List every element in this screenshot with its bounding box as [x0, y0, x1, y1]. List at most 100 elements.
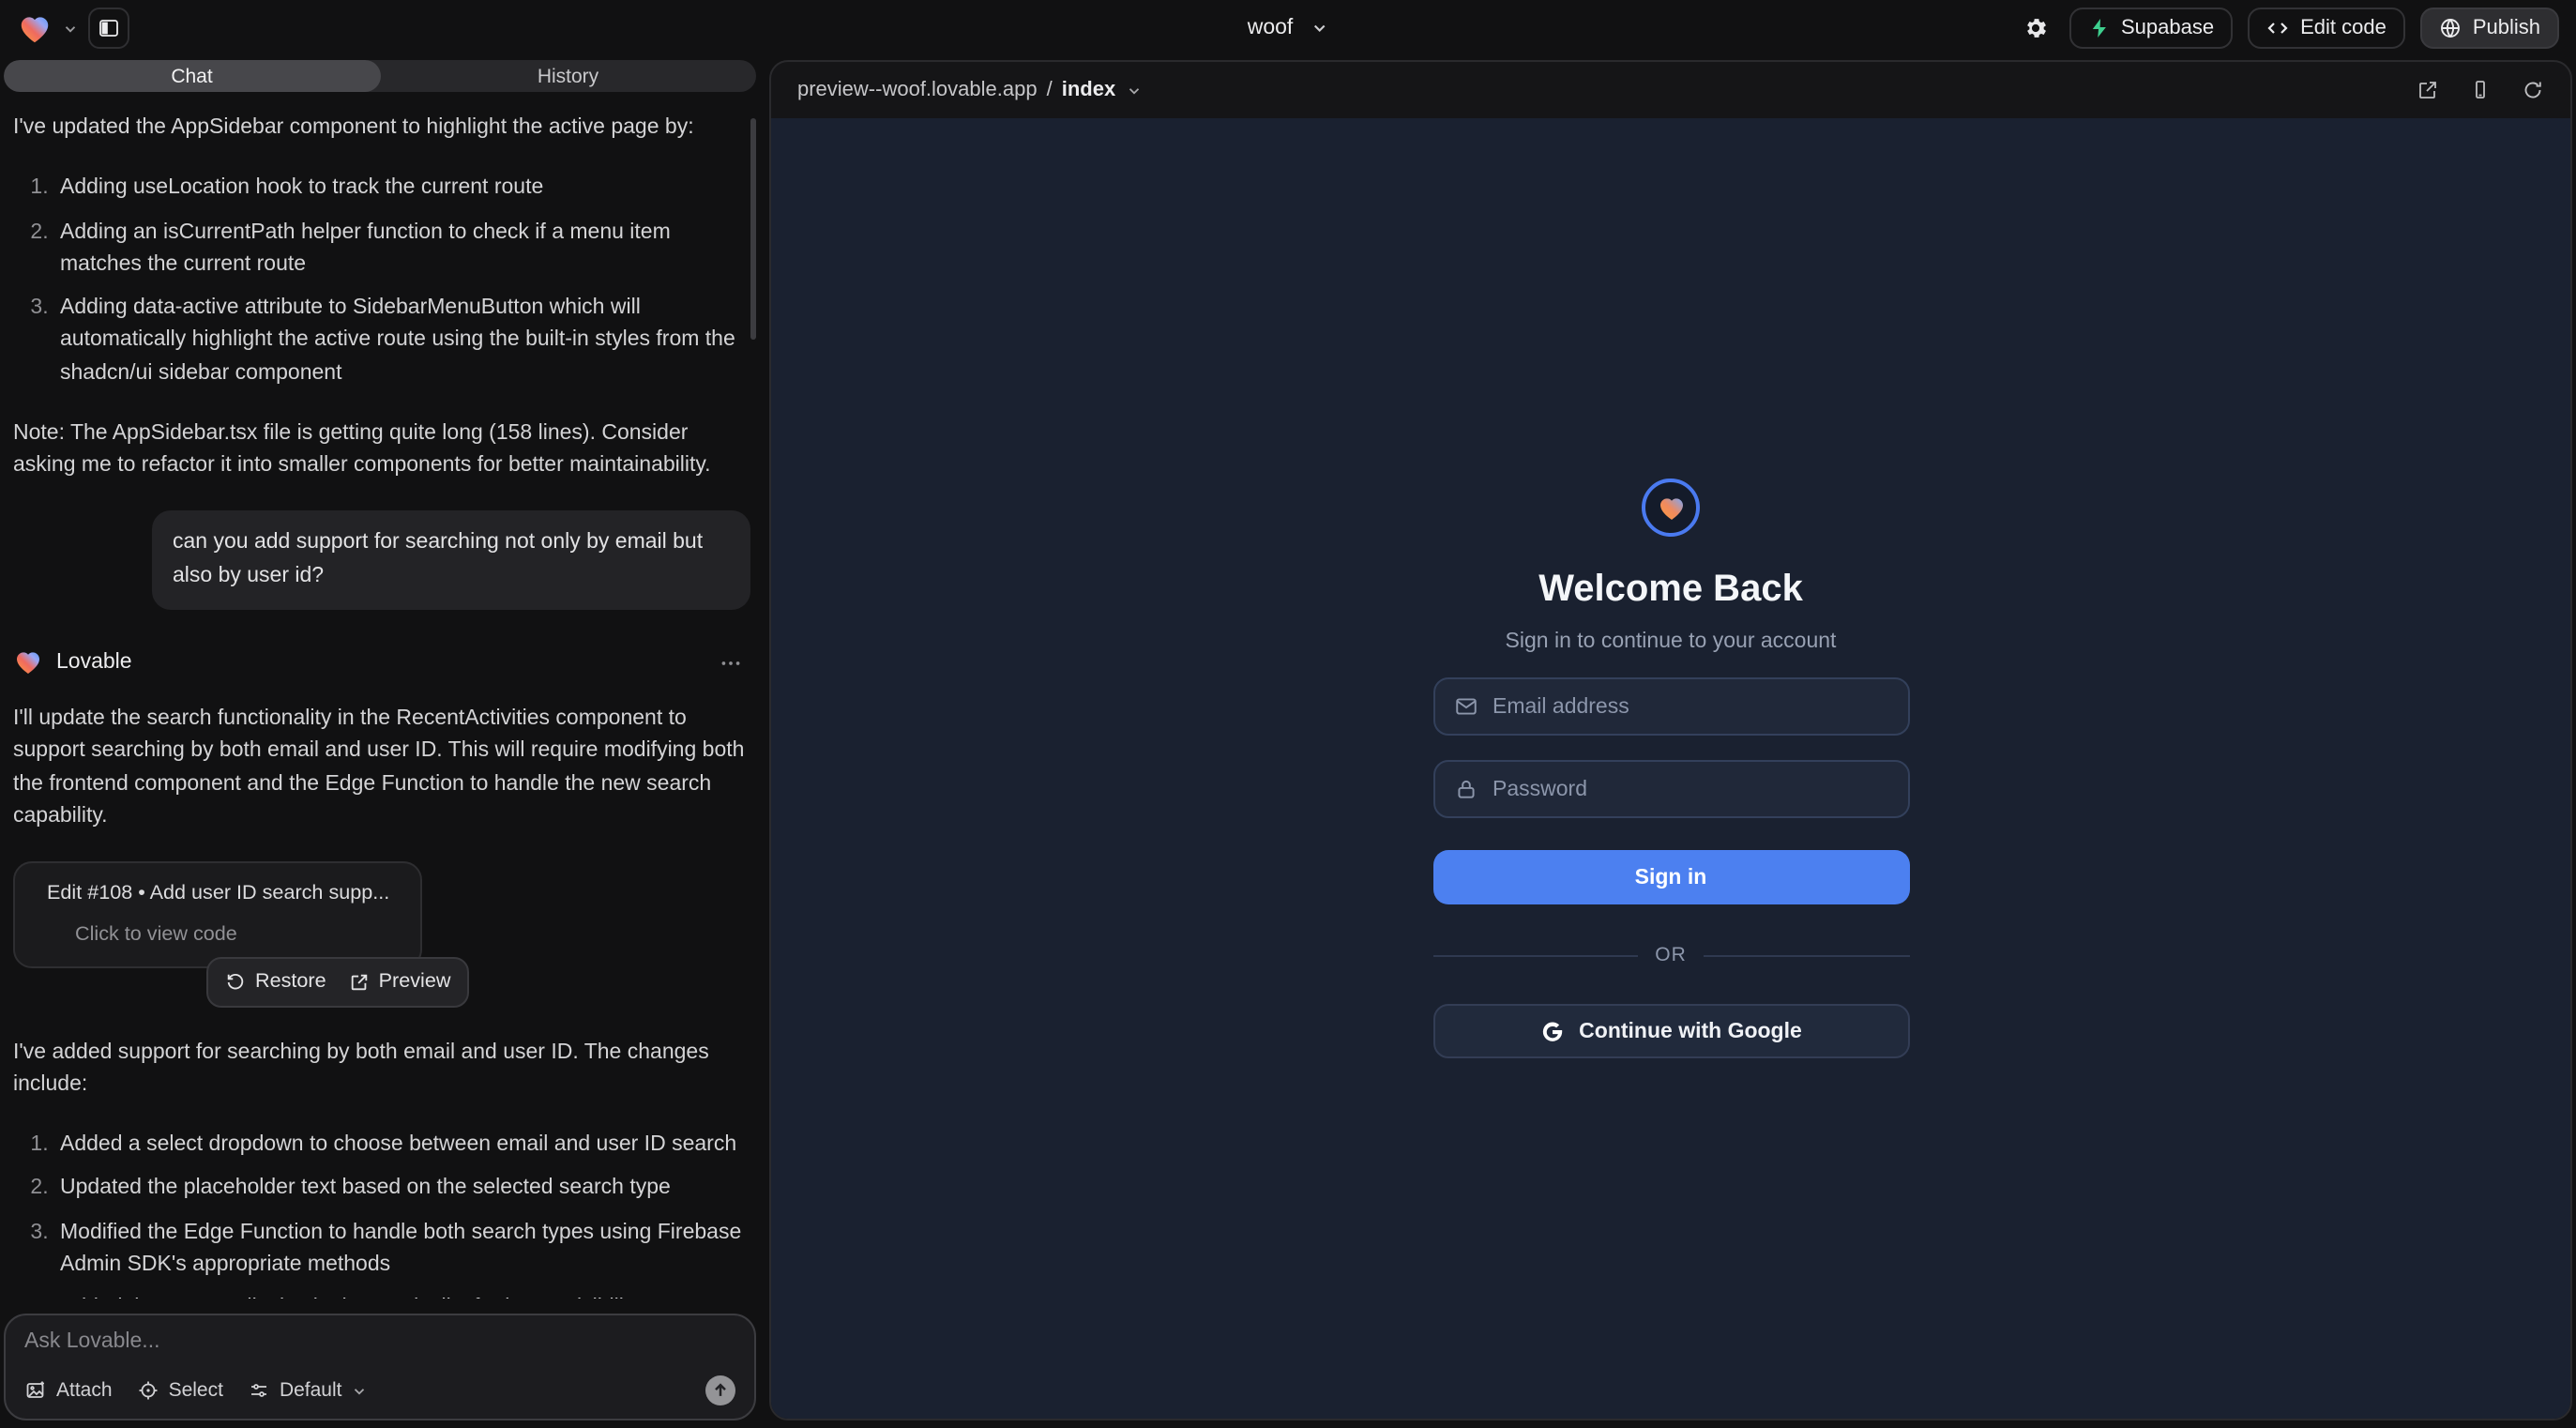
list-item: Added the user ID display in the results…	[54, 1293, 750, 1299]
select-button[interactable]: Select	[137, 1379, 223, 1402]
composer: Attach Select Default	[4, 1314, 756, 1420]
edit-card[interactable]: Edit #108 • Add user ID search supp... C…	[13, 861, 422, 969]
app-logo	[1642, 479, 1700, 537]
restore-preview-bar: Restore Preview	[206, 958, 469, 1007]
select-label: Select	[169, 1379, 223, 1402]
open-in-new-tab-button[interactable]	[2417, 79, 2439, 101]
code-icon	[2266, 17, 2289, 39]
list-item: Adding useLocation hook to track the cur…	[54, 174, 750, 206]
list-item: Adding data-active attribute to SidebarM…	[54, 293, 750, 390]
refresh-button[interactable]	[2522, 79, 2544, 101]
edit-card-header[interactable]: Edit #108 • Add user ID search supp...	[34, 878, 402, 908]
settings-button[interactable]	[2016, 8, 2053, 49]
list-item: Updated the placeholder text based on th…	[54, 1174, 750, 1207]
supabase-bolt-icon	[2087, 17, 2110, 39]
sign-in-button[interactable]: Sign in	[1432, 850, 1909, 904]
attach-label: Attach	[56, 1379, 113, 1402]
email-input[interactable]	[1493, 695, 1888, 718]
email-field[interactable]	[1432, 677, 1909, 736]
heart-gradient-icon	[1656, 493, 1686, 523]
restore-button[interactable]: Restore	[225, 967, 326, 997]
preview-label: Preview	[379, 967, 451, 997]
external-link-icon	[2417, 79, 2439, 101]
chevron-down-icon	[1310, 19, 1328, 38]
topbar-left	[17, 8, 129, 49]
or-divider: OR	[1432, 944, 1909, 966]
device-preview-button[interactable]	[2469, 79, 2492, 101]
envelope-icon	[1453, 694, 1477, 719]
attach-button[interactable]: Attach	[24, 1379, 113, 1402]
app-preview: Welcome Back Sign in to continue to your…	[771, 118, 2570, 1419]
password-field[interactable]	[1432, 760, 1909, 818]
user-message: can you add support for searching not on…	[152, 511, 750, 610]
ellipsis-icon	[719, 651, 743, 676]
edit-code-label: Edit code	[2300, 17, 2387, 39]
assistant-paragraph: I've updated the AppSidebar component to…	[13, 113, 750, 145]
more-options-button[interactable]	[719, 651, 750, 676]
google-label: Continue with Google	[1579, 1020, 1802, 1042]
refresh-icon	[2522, 79, 2544, 101]
assistant-header: Lovable	[13, 647, 750, 680]
preview-domain: preview--woof.lovable.app	[797, 79, 1038, 101]
publish-label: Publish	[2473, 17, 2540, 39]
google-sign-in-button[interactable]: Continue with Google	[1432, 1004, 1909, 1058]
globe-icon	[2439, 17, 2462, 39]
restore-label: Restore	[255, 967, 326, 997]
sliders-icon	[248, 1379, 270, 1402]
lovable-workspace: woof Supabase Edit code	[0, 0, 2576, 1428]
supabase-button[interactable]: Supabase	[2068, 8, 2233, 49]
list-item: Adding an isCurrentPath helper function …	[54, 217, 750, 281]
edit-card-title: Edit #108 • Add user ID search supp...	[47, 878, 389, 908]
composer-toolbar: Attach Select Default	[24, 1375, 735, 1405]
assistant-name: Lovable	[56, 647, 132, 680]
edit-card-subtitle: Click to view code	[75, 919, 402, 949]
supabase-label: Supabase	[2121, 17, 2214, 39]
scrollbar-thumb[interactable]	[750, 118, 756, 340]
mode-selector[interactable]: Default	[248, 1379, 369, 1402]
edit-code-button[interactable]: Edit code	[2248, 8, 2405, 49]
lock-icon	[1453, 777, 1477, 801]
chat-history-tabs: Chat History	[4, 60, 756, 92]
chevron-down-icon[interactable]	[62, 20, 79, 37]
heart-gradient-icon	[13, 648, 43, 678]
arrow-up-icon	[711, 1381, 730, 1400]
tab-chat[interactable]: Chat	[4, 60, 380, 92]
preview-button[interactable]: Preview	[349, 967, 451, 997]
google-g-icon	[1539, 1019, 1564, 1043]
divider-label: OR	[1655, 944, 1687, 966]
topbar: woof Supabase Edit code	[0, 0, 2576, 56]
lovable-logo[interactable]	[17, 10, 53, 46]
publish-button[interactable]: Publish	[2420, 8, 2559, 49]
sidebar-toggle-button[interactable]	[88, 8, 129, 49]
chat-input[interactable]	[24, 1330, 735, 1353]
send-button[interactable]	[705, 1375, 735, 1405]
heart-gradient-icon	[17, 10, 53, 46]
mobile-phone-icon	[2469, 79, 2492, 101]
chat-panel: Chat History I've updated the AppSidebar…	[4, 60, 756, 1420]
external-link-icon	[349, 972, 370, 993]
divider-line	[1704, 954, 1909, 956]
divider-line	[1432, 954, 1638, 956]
tab-history[interactable]: History	[380, 60, 756, 92]
panel-left-icon	[98, 17, 120, 39]
chevron-down-icon	[352, 1382, 369, 1399]
preview-url[interactable]: preview--woof.lovable.app / index	[797, 79, 1142, 101]
chat-messages: I've updated the AppSidebar component to…	[4, 92, 756, 1299]
assistant-list: Added a select dropdown to choose betwee…	[13, 1130, 750, 1299]
gear-icon	[2022, 15, 2048, 41]
preview-actions	[2417, 79, 2544, 101]
rotate-ccw-icon	[225, 972, 246, 993]
locate-target-icon	[137, 1379, 159, 1402]
list-item: Added a select dropdown to choose betwee…	[54, 1130, 750, 1162]
topbar-right: Supabase Edit code Publish	[2016, 8, 2559, 49]
chevron-down-icon	[1125, 82, 1142, 99]
password-input[interactable]	[1493, 778, 1888, 800]
page-title: Welcome Back	[1538, 569, 1803, 612]
mode-label: Default	[280, 1379, 342, 1402]
url-separator: /	[1047, 79, 1053, 101]
list-item: Modified the Edge Function to handle bot…	[54, 1217, 750, 1282]
assistant-note: Note: The AppSidebar.tsx file is getting…	[13, 418, 750, 483]
preview-topbar: preview--woof.lovable.app / index	[771, 62, 2570, 118]
project-switcher[interactable]: woof	[1248, 0, 1329, 56]
assistant-paragraph: I'll update the search functionality in …	[13, 704, 750, 833]
